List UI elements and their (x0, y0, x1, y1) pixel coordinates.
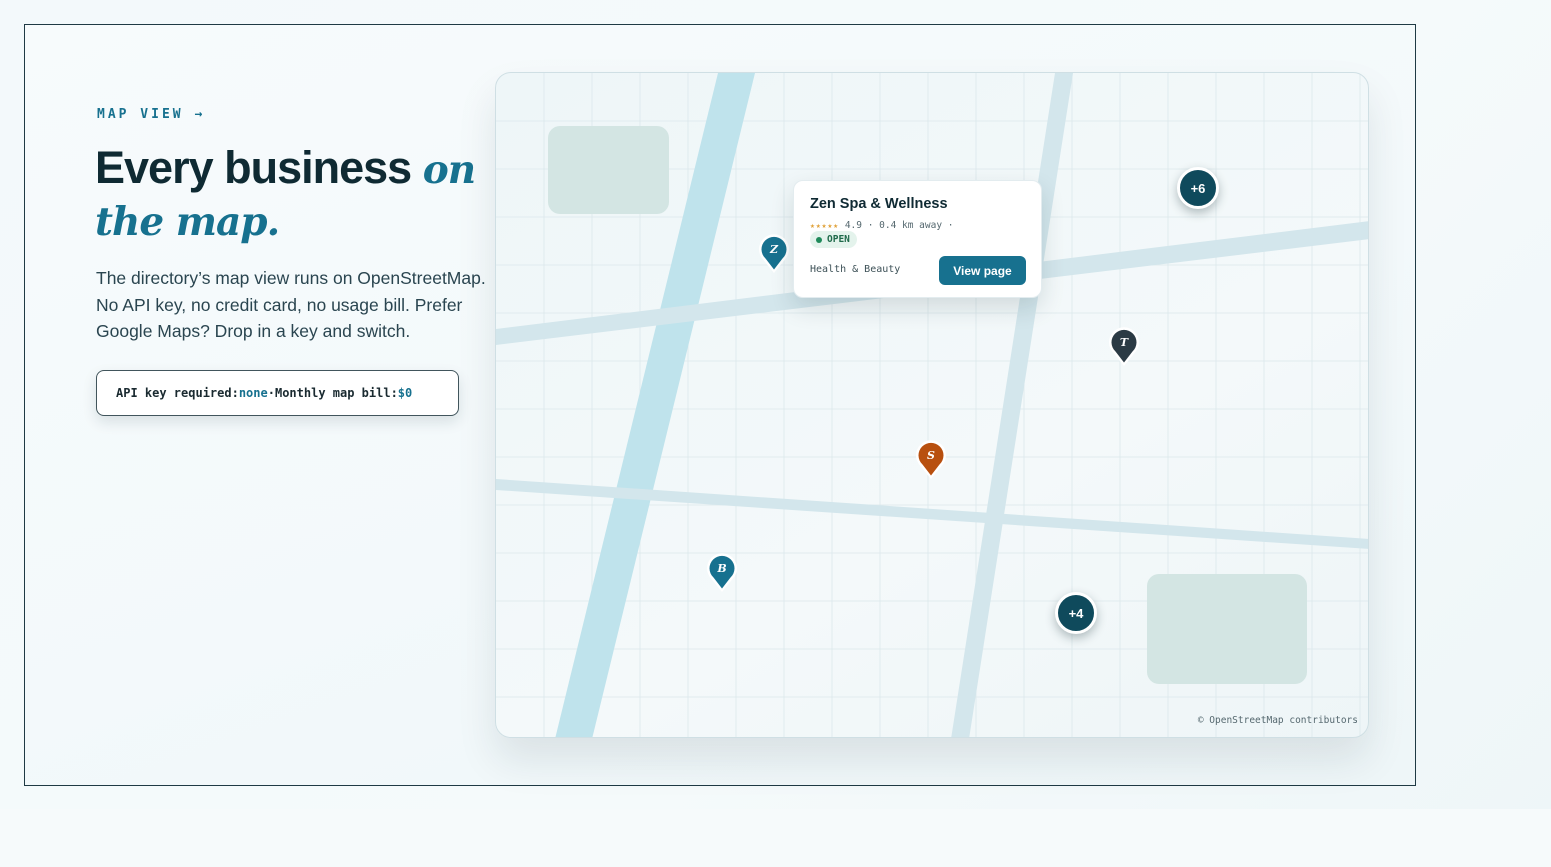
map-attribution[interactable]: © OpenStreetMap contributors (1198, 715, 1358, 726)
business-popup-card: Zen Spa & Wellness ★★★★★ 4.9 · 0.4 km aw… (793, 180, 1042, 298)
popup-meta: ★★★★★ 4.9 · 0.4 km away · (810, 220, 953, 231)
map-bill-value: $0 (397, 386, 413, 400)
map-cost-pill: API key required: none · Monthly map bil… (96, 370, 459, 416)
popup-category: Health & Beauty (810, 264, 901, 275)
map-canvas[interactable]: Z T S B +6 +4 Zen Spa & Wellness ★★★★★ 4… (495, 72, 1369, 738)
section-eyebrow: MAP VIEW → (97, 107, 206, 122)
park-area-top-left (548, 126, 669, 214)
marker-letter: Z (769, 242, 779, 256)
marker-letter: S (927, 448, 935, 462)
headline-main: Every business (95, 142, 423, 193)
map-marker-b[interactable]: B (705, 552, 739, 594)
map-marker-s[interactable]: S (914, 439, 948, 481)
park-area-bottom-right (1147, 574, 1307, 684)
view-page-button[interactable]: View page (939, 256, 1026, 285)
map-cluster-plus-4[interactable]: +4 (1055, 592, 1097, 634)
map-cluster-plus-6[interactable]: +6 (1177, 167, 1219, 209)
popup-business-name: Zen Spa & Wellness (810, 196, 948, 212)
page-bottom-band (0, 809, 1551, 867)
popup-meta-text: 4.9 · 0.4 km away · (839, 220, 954, 231)
road-secondary-diagonal (951, 73, 1073, 737)
section-description: The directory’s map view runs on OpenStr… (96, 268, 486, 341)
map-bill-label: Monthly map bill: (274, 386, 398, 400)
map-marker-z[interactable]: Z (757, 233, 791, 275)
open-status-label: OPEN (827, 234, 850, 245)
api-key-label: API key required: (116, 386, 239, 400)
star-rating-icon: ★★★★★ (810, 221, 840, 230)
open-status-badge: OPEN (810, 231, 857, 248)
marker-letter: B (717, 561, 727, 575)
status-dot-icon (816, 236, 822, 243)
section-headline: Every business on the map. (95, 143, 515, 247)
marker-letter: T (1119, 335, 1129, 349)
map-view-section: MAP VIEW → Every business on the map. Th… (24, 24, 1416, 786)
api-key-value: none (238, 386, 268, 400)
info-separator: · (267, 386, 275, 400)
map-marker-t[interactable]: T (1107, 326, 1141, 368)
map-base-layer (496, 73, 1368, 737)
